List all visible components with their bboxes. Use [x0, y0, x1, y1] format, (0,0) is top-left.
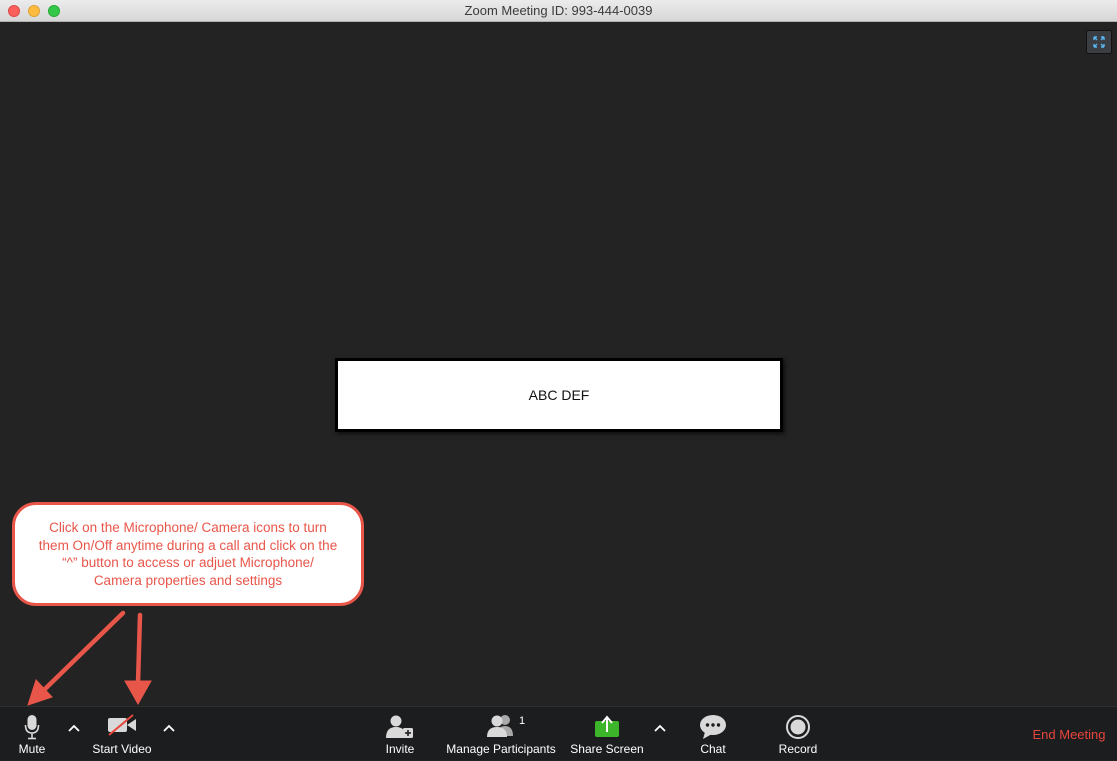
invite-user-icon	[386, 715, 413, 738]
manage-participants-button[interactable]: 1 Manage Participants	[443, 707, 559, 761]
record-button[interactable]: Record	[774, 707, 822, 761]
start-video-button[interactable]: Start Video	[86, 707, 158, 761]
share-screen-icon	[595, 715, 619, 737]
share-options-caret-icon[interactable]	[653, 723, 667, 733]
video-options-caret-icon[interactable]	[162, 723, 176, 733]
record-icon	[786, 715, 810, 739]
annotation-callout: Click on the Microphone/ Camera icons to…	[12, 502, 364, 606]
expand-icon	[1093, 36, 1105, 48]
window-title: Zoom Meeting ID: 993-444-0039	[464, 3, 653, 18]
participant-name: ABC DEF	[528, 387, 590, 403]
invite-label: Invite	[385, 742, 415, 756]
start-video-label: Start Video	[92, 742, 152, 756]
fullscreen-button[interactable]	[1086, 30, 1112, 54]
participant-name-card: ABC DEF	[335, 358, 783, 432]
participants-icon	[487, 715, 513, 737]
end-meeting-button[interactable]: End Meeting	[1026, 727, 1112, 742]
chat-label: Chat	[700, 742, 726, 756]
microphone-icon	[24, 715, 40, 740]
share-screen-label: Share Screen	[570, 742, 644, 756]
arrow-to-video	[135, 612, 143, 686]
mute-button[interactable]: Mute	[8, 707, 56, 761]
invite-button[interactable]: Invite	[378, 707, 422, 761]
share-screen-button[interactable]: Share Screen	[567, 707, 647, 761]
audio-options-caret-icon[interactable]	[67, 723, 81, 733]
chat-button[interactable]: Chat	[690, 707, 736, 761]
video-off-icon	[108, 714, 136, 736]
mute-label: Mute	[18, 742, 46, 756]
manage-participants-label: Manage Participants	[446, 742, 556, 756]
participant-count-badge: 1	[519, 715, 526, 727]
title-bar: Zoom Meeting ID: 993-444-0039	[0, 0, 1117, 22]
arrow-to-mute	[41, 610, 126, 693]
record-label: Record	[778, 742, 818, 756]
chat-bubble-icon	[700, 715, 726, 739]
meeting-toolbar: Mute Start Video Invite 1 Manage Partici…	[0, 706, 1117, 760]
annotation-text: Click on the Microphone/ Camera icons to…	[38, 520, 338, 588]
